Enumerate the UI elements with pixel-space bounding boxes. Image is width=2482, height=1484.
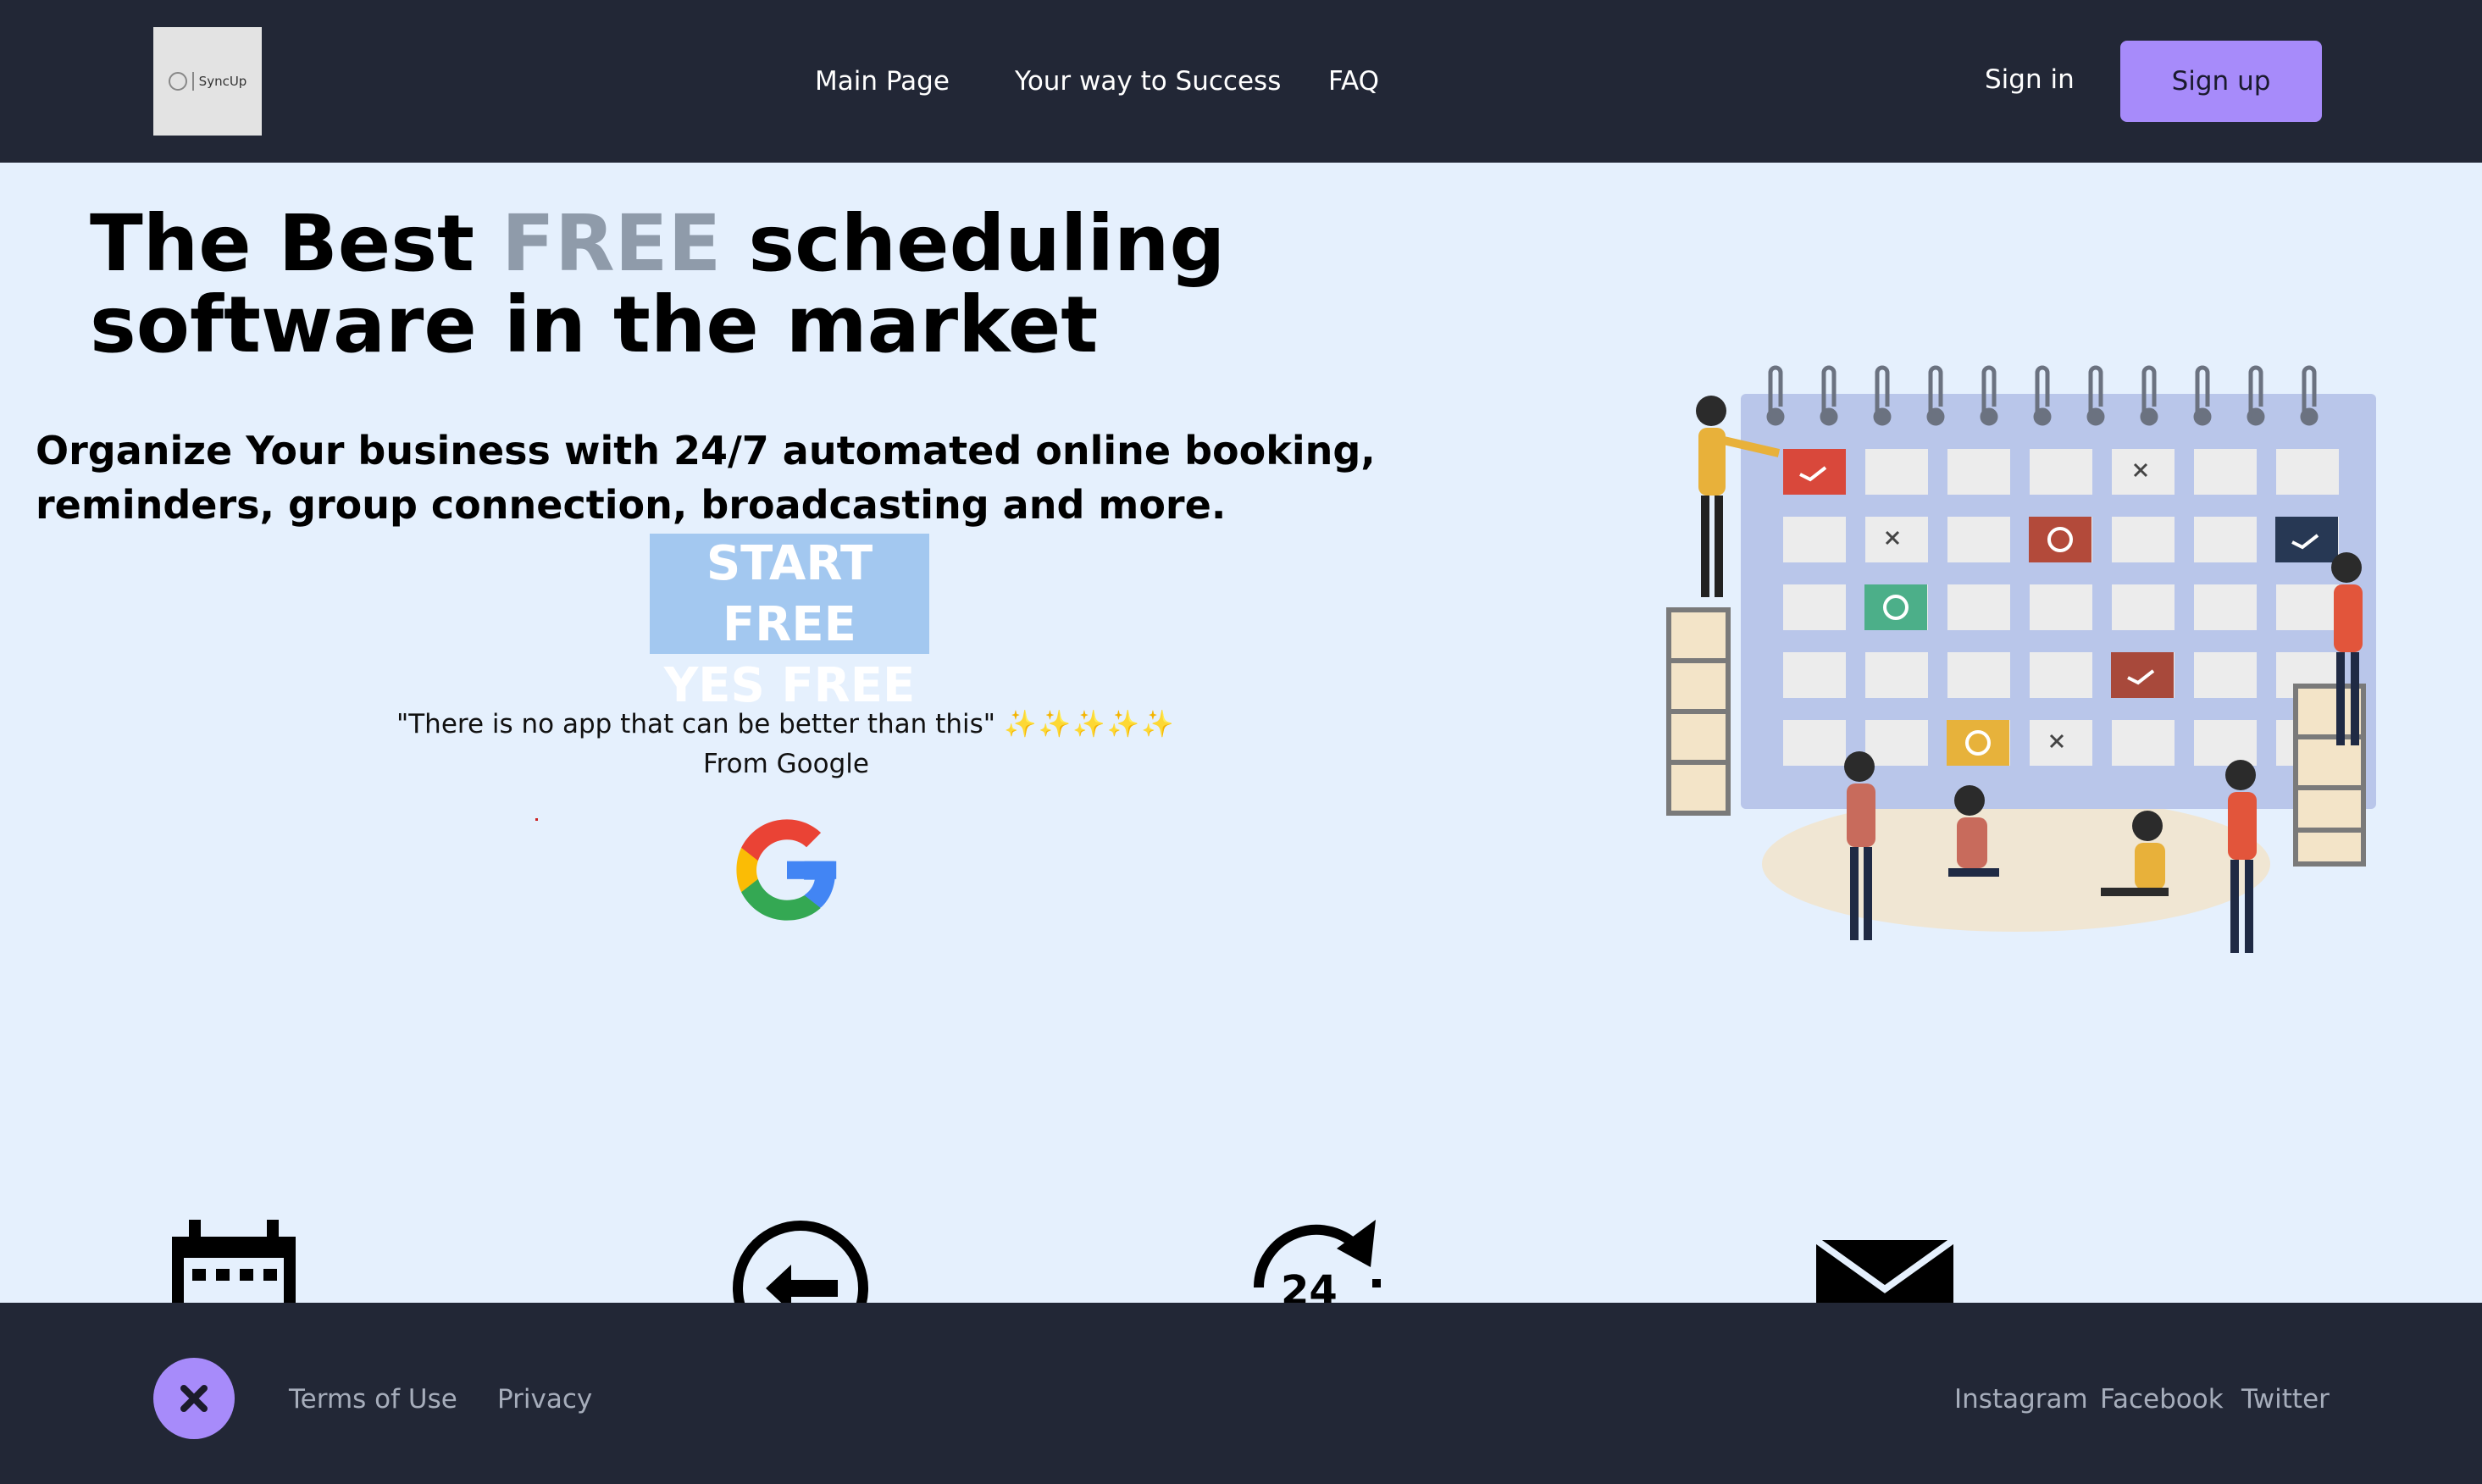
calendar-cell — [1947, 449, 2010, 495]
calendar-cell — [2112, 517, 2175, 562]
footer-instagram-link[interactable]: Instagram — [1954, 1384, 2088, 1415]
calendar-cell — [2030, 584, 2092, 630]
logout-arrow-icon — [733, 1221, 868, 1304]
hero-title-prefix: The Best — [90, 198, 501, 289]
calendar-cell — [1783, 517, 1846, 562]
envelope-icon — [1816, 1240, 1953, 1304]
footer-privacy-link[interactable]: Privacy — [497, 1384, 592, 1415]
quote-source: From Google — [703, 749, 869, 779]
calendar-ring-hole — [2033, 407, 2052, 426]
footer-close-badge[interactable] — [153, 1358, 235, 1439]
cta-line-1: START FREE — [706, 536, 873, 652]
nav-main-page[interactable]: Main Page — [815, 66, 950, 97]
calendar-cell — [2030, 449, 2092, 495]
syncup-logo[interactable]: SyncUp — [153, 27, 262, 136]
sign-in-link[interactable]: Sign in — [1985, 64, 2075, 95]
testimonial-quote: "There is no app that can be better than… — [0, 708, 1572, 739]
calendar-ring-hole — [1980, 407, 1998, 426]
calendar-ring-hole — [2140, 407, 2158, 426]
calendar-ring-hole — [2086, 407, 2105, 426]
calendar-cell — [1947, 584, 2010, 630]
calendar-ring-hole — [1766, 407, 1785, 426]
calendar-ring-hole — [1820, 407, 1838, 426]
calendar-ring-hole — [1926, 407, 1945, 426]
calendar-cell — [2194, 720, 2257, 766]
calendar-cell — [1947, 517, 2010, 562]
hero-title-free: FREE — [501, 198, 722, 289]
calendar-cell — [1865, 517, 1928, 562]
footer-twitter-link[interactable]: Twitter — [2241, 1384, 2330, 1415]
logo-divider — [191, 72, 194, 91]
calendar-cell — [1783, 584, 1846, 630]
calendar-cell — [2030, 720, 2092, 766]
calendar-cell — [2112, 720, 2175, 766]
hero-title: The Best FREE scheduling software in the… — [90, 203, 1530, 366]
calendar-cell — [2194, 584, 2257, 630]
nav-faq[interactable]: FAQ — [1328, 66, 1379, 97]
calendar-cell — [2276, 449, 2339, 495]
calendar-cell — [2194, 652, 2257, 698]
quote-text: "There is no app that can be better than… — [396, 709, 995, 739]
google-logo-icon — [736, 819, 837, 921]
calendar-cell — [2112, 584, 2175, 630]
calendar-ring-hole — [2247, 407, 2265, 426]
top-navbar: SyncUp Main Page Your way to Success FAQ… — [0, 0, 2482, 163]
close-icon — [180, 1385, 208, 1412]
sparkle-stars-icon: ✨✨✨✨✨ — [1004, 709, 1176, 739]
svg-text:24: 24 — [1281, 1267, 1338, 1304]
calendar-ring-hole — [2300, 407, 2319, 426]
nav-your-way-to-success[interactable]: Your way to Success — [1015, 66, 1281, 97]
decorative-dot — [535, 818, 538, 821]
calendar-ring-hole — [2193, 407, 2212, 426]
calendar-ring-hole — [1873, 407, 1892, 426]
hero-subtitle: Organize Your business with 24/7 automat… — [36, 428, 1376, 528]
calendar-cell — [2030, 652, 2092, 698]
24-hours-icon: 24 — [1253, 1220, 1381, 1304]
team-scheduling-illustration — [1666, 365, 2376, 953]
calendar-cell — [1947, 652, 2010, 698]
logo-mark-icon — [168, 72, 187, 91]
footer-facebook-link[interactable]: Facebook — [2100, 1384, 2224, 1415]
calendar-cell — [2276, 584, 2339, 630]
start-free-button[interactable]: START FREE YES FREE — [650, 534, 929, 713]
calendar-cell — [1865, 720, 1928, 766]
calendar-cell — [2194, 449, 2257, 495]
calendar-cell — [2194, 517, 2257, 562]
logo-text: SyncUp — [198, 74, 247, 89]
calendar-cell — [1783, 720, 1846, 766]
calendar-cell — [1783, 652, 1846, 698]
calendar-cell — [1865, 449, 1928, 495]
calendar-cell — [1865, 652, 1928, 698]
footer-terms-link[interactable]: Terms of Use — [289, 1384, 457, 1415]
sign-up-button[interactable]: Sign up — [2120, 41, 2322, 122]
calendar-icon — [172, 1220, 296, 1304]
